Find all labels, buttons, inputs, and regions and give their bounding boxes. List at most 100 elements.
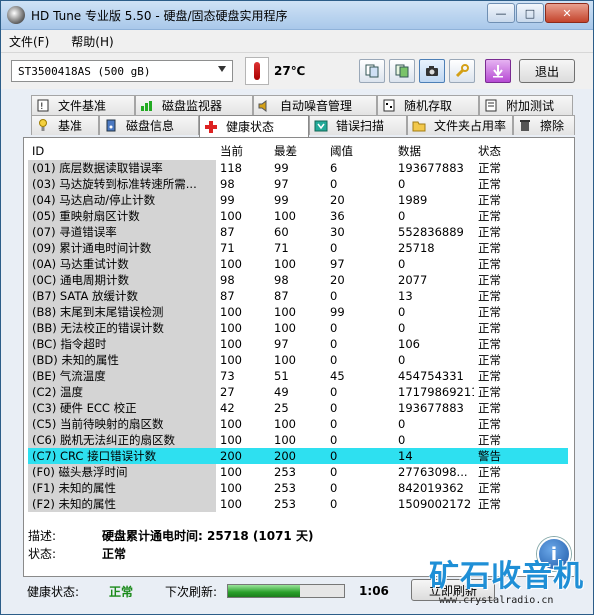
smart-table: ID 当前 最差 阈值 数据 状态 (01) 底层数据读取错误率 118 99 6 19… [28, 142, 568, 524]
cell-current: 99 [220, 193, 235, 207]
tab-random-access[interactable]: 随机存取 [377, 95, 479, 115]
table-row[interactable]: (BB) 无法校正的错误计数 100 100 0 0 正常 [28, 320, 568, 336]
cell-id: (0C) 通电周期计数 [28, 272, 216, 288]
table-row[interactable]: (0A) 马达重试计数 100 100 97 0 正常 [28, 256, 568, 272]
cell-id: (04) 马达启动/停止计数 [28, 192, 216, 208]
cell-worst: 60 [274, 225, 289, 239]
table-row[interactable]: (F1) 未知的属性 100 253 0 842019362 正常 [28, 480, 568, 496]
table-row[interactable]: (F0) 磁头悬浮时间 100 253 0 27763098... 正常 [28, 464, 568, 480]
exit-button[interactable]: 退出 [519, 59, 575, 83]
table-row[interactable]: (C5) 当前待映射的扇区数 100 100 0 0 正常 [28, 416, 568, 432]
tab-health[interactable]: 健康状态 [199, 115, 309, 137]
minimize-button[interactable]: — [487, 3, 515, 23]
col-data[interactable]: 数据 [394, 143, 474, 159]
col-threshold[interactable]: 阈值 [326, 143, 394, 159]
cell-data: 0 [398, 257, 406, 271]
menu-file[interactable]: 文件(F) [9, 33, 49, 50]
tab-disk-info[interactable]: 磁盘信息 [99, 115, 199, 135]
tab-error-scan[interactable]: 错误扫描 [309, 115, 407, 135]
maximize-button[interactable]: □ [516, 3, 544, 23]
trash-icon [518, 119, 532, 133]
cell-status: 正常 [478, 321, 501, 335]
table-body: (01) 底层数据读取错误率 118 99 6 193677883 正常 (03) 马达旋转… [28, 160, 568, 512]
table-row[interactable]: (B7) SATA 放缓计数 87 87 0 13 正常 [28, 288, 568, 304]
cell-current: 100 [220, 257, 242, 271]
cell-current: 100 [220, 305, 242, 319]
table-row[interactable]: (05) 重映射扇区计数 100 100 36 0 正常 [28, 208, 568, 224]
table-row[interactable]: (04) 马达启动/停止计数 99 99 20 1989 正常 [28, 192, 568, 208]
tab-erase[interactable]: 擦除 [513, 115, 575, 135]
table-row[interactable]: (BC) 指令超时 100 97 0 106 正常 [28, 336, 568, 352]
hd-tune-icon [7, 6, 25, 24]
tab-label: 健康状态 [226, 120, 275, 134]
table-row[interactable]: (03) 马达旋转到标准转速所需... 98 97 0 0 正常 [28, 176, 568, 192]
cell-data: 0 [398, 353, 406, 367]
screenshot-button[interactable] [419, 59, 445, 83]
table-row[interactable]: (C3) 硬件 ECC 校正 42 25 0 193677883 正常 [28, 400, 568, 416]
table-row[interactable]: (0C) 通电周期计数 98 98 20 2077 正常 [28, 272, 568, 288]
cell-data: 13 [398, 289, 413, 303]
cell-current: 100 [220, 433, 242, 447]
col-status[interactable]: 状态 [474, 143, 568, 159]
app-window: HD Tune 专业版 5.50 - 硬盘/固态硬盘实用程序 — □ ✕ 文件(… [0, 0, 594, 615]
col-current[interactable]: 当前 [216, 143, 270, 159]
col-id[interactable]: ID [28, 144, 216, 158]
cell-threshold: 30 [330, 225, 345, 239]
table-row[interactable]: (C2) 温度 27 49 0 17179869211 正常 [28, 384, 568, 400]
tab-label: 磁盘监视器 [162, 99, 223, 113]
table-row[interactable]: (01) 底层数据读取错误率 118 99 6 193677883 正常 [28, 160, 568, 176]
cell-data: 1509002172 [398, 497, 472, 511]
tab-file-benchmark[interactable]: ! 文件基准 [31, 95, 135, 115]
save-button[interactable] [485, 59, 511, 83]
cell-worst: 25 [274, 401, 289, 415]
cell-current: 87 [220, 225, 235, 239]
table-row[interactable]: (07) 寻道错误率 87 60 30 552836889 正常 [28, 224, 568, 240]
folder-icon [412, 119, 426, 133]
cell-status: 正常 [478, 369, 501, 383]
cell-status: 正常 [478, 337, 501, 351]
tab-folder-usage[interactable]: 文件夹占用率 [407, 115, 513, 135]
tab-extra-tests[interactable]: 附加测试 [479, 95, 573, 115]
cell-threshold: 0 [326, 449, 394, 463]
cell-current: 87 [220, 289, 235, 303]
table-row[interactable]: (C6) 脱机无法纠正的扇区数 100 100 0 0 正常 [28, 432, 568, 448]
title-bar[interactable]: HD Tune 专业版 5.50 - 硬盘/固态硬盘实用程序 — □ ✕ [1, 1, 593, 30]
cell-data: 2077 [398, 273, 428, 287]
cell-threshold: 0 [330, 321, 338, 335]
copy-all-button[interactable] [389, 59, 415, 83]
cell-threshold: 20 [330, 193, 345, 207]
drive-select[interactable]: ST3500418AS (500 gB) [11, 60, 233, 82]
tab-label: 文件夹占用率 [434, 119, 507, 133]
disk-monitor-icon [140, 99, 154, 113]
table-row[interactable]: (B8) 末尾到末尾错误检测 100 100 99 0 正常 [28, 304, 568, 320]
cell-current: 100 [220, 497, 242, 511]
cell-threshold: 0 [330, 497, 338, 511]
copy-text-button[interactable] [359, 59, 385, 83]
cell-status: 正常 [478, 273, 501, 287]
table-row[interactable]: (BD) 未知的属性 100 100 0 0 正常 [28, 352, 568, 368]
cell-current: 100 [220, 321, 242, 335]
health-cross-icon [204, 120, 218, 134]
col-worst[interactable]: 最差 [270, 143, 326, 159]
cell-current: 100 [220, 353, 242, 367]
cell-worst: 99 [274, 193, 289, 207]
table-row[interactable]: (F2) 未知的属性 100 253 0 1509002172 正常 [28, 496, 568, 512]
cell-worst: 200 [270, 449, 326, 463]
cell-status: 正常 [478, 305, 501, 319]
copy-all-icon [395, 64, 409, 78]
options-button[interactable] [449, 59, 475, 83]
camera-icon [426, 66, 438, 76]
cell-worst: 71 [274, 241, 289, 255]
cell-id: (F1) 未知的属性 [28, 480, 216, 496]
cell-data: 193677883 [398, 401, 464, 415]
menu-help[interactable]: 帮助(H) [71, 33, 113, 50]
tab-aam[interactable]: 自动噪音管理 [253, 95, 377, 115]
table-row[interactable]: (09) 累计通电时间计数 71 71 0 25718 正常 [28, 240, 568, 256]
tab-disk-monitor[interactable]: 磁盘监视器 [135, 95, 253, 115]
random-access-icon [382, 99, 396, 113]
table-row[interactable]: (C7) CRC 接口错误计数 200 200 0 14 警告 [28, 448, 568, 464]
tab-benchmark[interactable]: 基准 [31, 115, 99, 135]
cell-id: (0A) 马达重试计数 [28, 256, 216, 272]
table-row[interactable]: (BE) 气流温度 73 51 45 454754331 正常 [28, 368, 568, 384]
close-button[interactable]: ✕ [545, 3, 589, 23]
